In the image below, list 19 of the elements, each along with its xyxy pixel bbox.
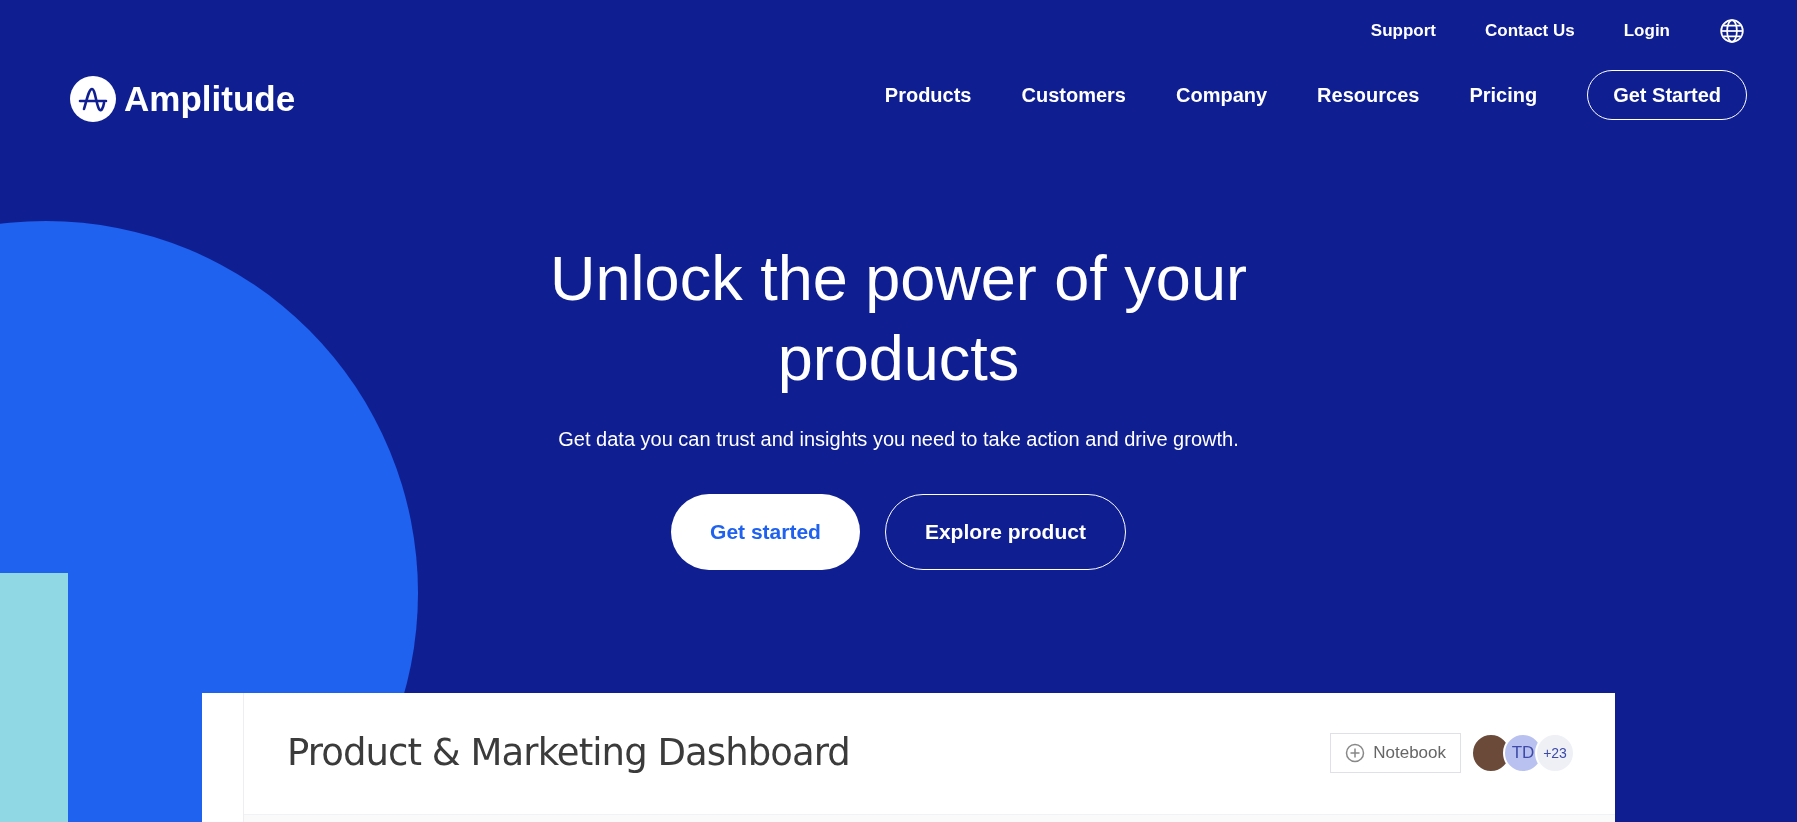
utility-nav-link[interactable]: Contact Us [1485,18,1575,44]
main-nav-link[interactable]: Customers [1021,80,1126,110]
main-nav-link[interactable]: Pricing [1469,80,1538,110]
logo-icon[interactable] [70,76,116,123]
hero-title: Unlock the power of your products [549,241,1248,395]
brand-name[interactable]: Amplitude [124,73,296,126]
more-users-count: +23 [1535,733,1575,773]
plus-circle-icon [1345,743,1366,763]
get-started-button[interactable]: Get started [671,493,860,570]
notebook-button[interactable]: Notebook [1330,733,1461,773]
main-nav-link[interactable]: Resources [1317,80,1420,110]
utility-nav-link[interactable]: Support [1370,18,1436,44]
main-nav-link[interactable]: Company [1176,80,1268,110]
main-nav-link[interactable]: Products [884,80,972,110]
utility-nav-link[interactable]: Login [1623,18,1670,44]
hero-subtitle: Get data you can trust and insights you need to take action and drive growth. [558,426,1239,452]
dashboard-title: Product & Marketing Dashboard [287,730,850,777]
globe-icon[interactable] [1719,18,1745,44]
get-started-button[interactable]: Get Started [1587,70,1747,120]
